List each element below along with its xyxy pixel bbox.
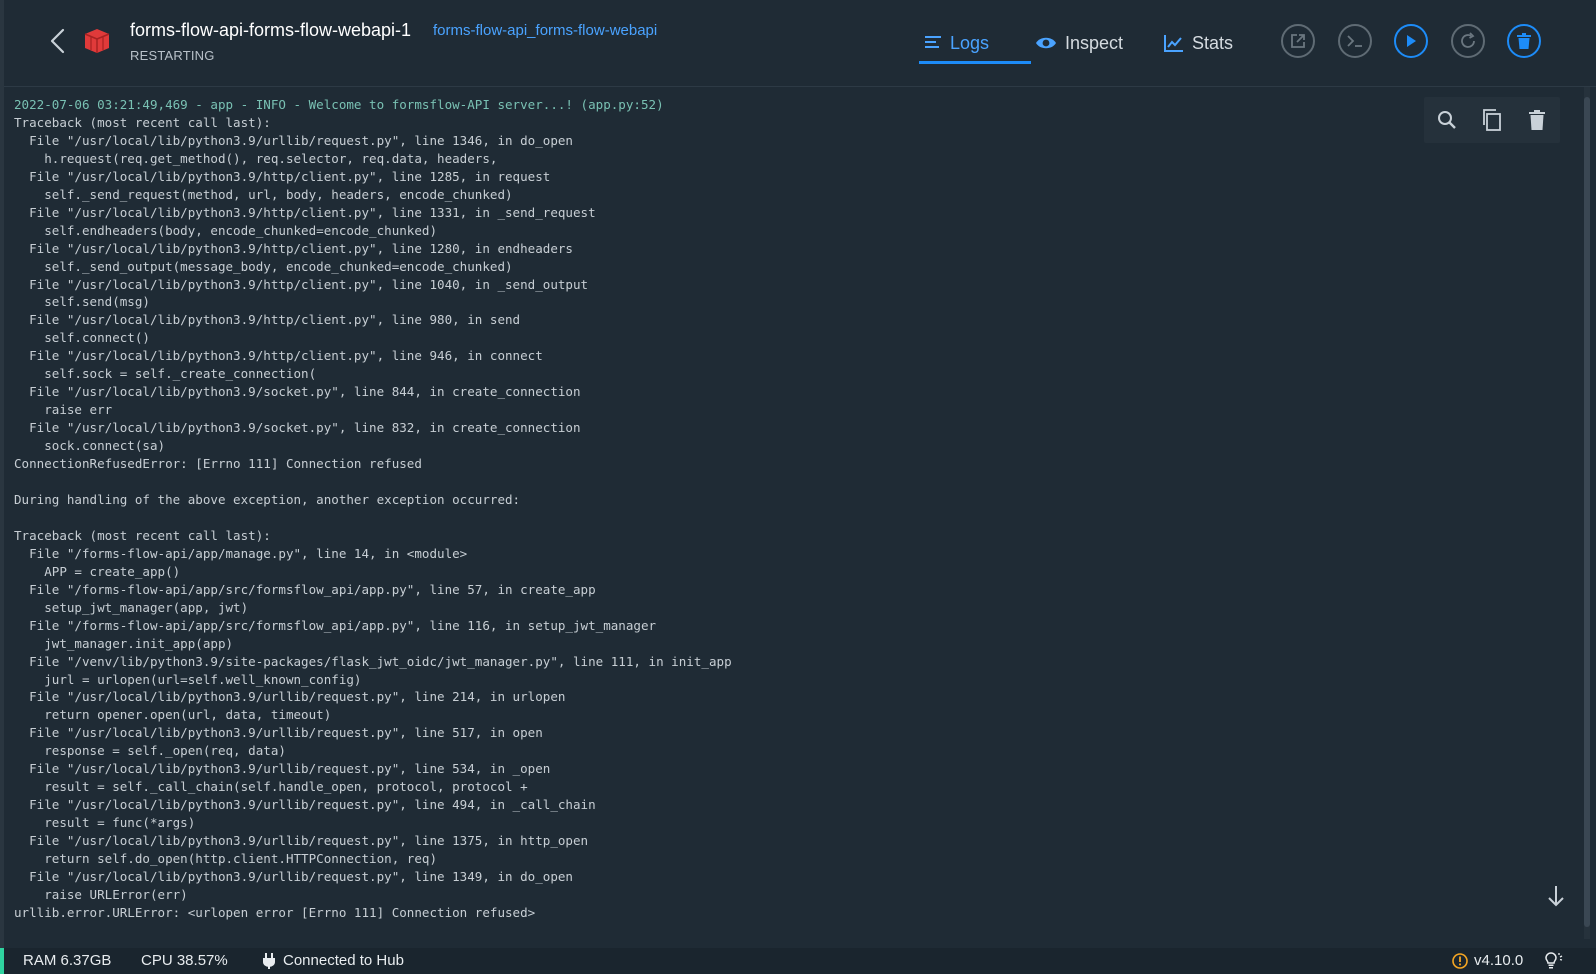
tips-button[interactable] — [1544, 952, 1564, 970]
tab-stats[interactable]: Stats — [1164, 26, 1233, 60]
lightbulb-icon — [1545, 952, 1563, 969]
version-label: v4.10.0 — [1474, 952, 1524, 969]
search-logs-button[interactable] — [1434, 107, 1460, 133]
log-line-info: 2022-07-06 03:21:49,469 - app - INFO - W… — [14, 97, 664, 112]
info-warning-icon — [1452, 952, 1468, 969]
eye-icon — [1036, 37, 1056, 49]
open-browser-icon — [1291, 34, 1305, 48]
tab-logs-label: Logs — [950, 32, 990, 53]
active-tab-indicator — [919, 61, 1031, 64]
tab-stats-label: Stats — [1192, 32, 1234, 53]
scroll-to-bottom-button[interactable] — [1546, 883, 1566, 909]
open-in-browser-button[interactable] — [1281, 24, 1315, 58]
log-toolbar — [1424, 97, 1560, 143]
restart-button[interactable] — [1451, 24, 1485, 58]
back-button[interactable] — [44, 26, 74, 56]
chart-icon — [1164, 35, 1183, 52]
search-icon — [1437, 111, 1456, 129]
status-bar: RAM 6.37GB CPU 38.57% Connected to Hub v… — [0, 948, 1596, 974]
cli-button[interactable] — [1338, 24, 1372, 58]
tab-inspect[interactable]: Inspect — [1035, 26, 1123, 60]
container-name: forms-flow-api-forms-flow-webapi-1 — [130, 20, 412, 40]
container-icon — [82, 26, 112, 56]
log-viewer[interactable]: 2022-07-06 03:21:49,469 - app - INFO - W… — [4, 87, 1590, 939]
tab-logs[interactable]: Logs — [924, 26, 989, 60]
container-header: forms-flow-api-forms-flow-webapi-1 forms… — [4, 0, 1596, 87]
plug-icon — [263, 952, 275, 969]
delete-icon — [1517, 33, 1531, 49]
delete-button[interactable] — [1507, 24, 1541, 58]
status-accent — [0, 948, 4, 974]
copy-icon — [1483, 109, 1501, 131]
tab-inspect-label: Inspect — [1065, 32, 1124, 53]
hub-status-label: Connected to Hub — [283, 952, 404, 969]
arrow-down-icon — [1548, 886, 1564, 907]
trash-icon — [1529, 110, 1546, 130]
ram-usage: RAM 6.37GB — [23, 952, 112, 969]
clear-logs-button[interactable] — [1524, 107, 1550, 133]
container-group-link[interactable]: forms-flow-api_forms-flow-webapi — [433, 22, 657, 39]
version-info[interactable]: v4.10.0 — [1452, 952, 1523, 969]
chevron-left-icon — [50, 28, 65, 54]
copy-logs-button[interactable] — [1479, 107, 1505, 133]
log-lines: Traceback (most recent call last): File … — [14, 114, 732, 920]
log-scrollbar[interactable] — [1584, 87, 1590, 939]
status-badge: RESTARTING — [130, 48, 215, 63]
cpu-usage: CPU 38.57% — [141, 952, 228, 969]
hub-status[interactable]: Connected to Hub — [263, 952, 404, 969]
start-button[interactable] — [1394, 24, 1428, 58]
list-icon — [925, 36, 941, 48]
scrollbar-thumb[interactable] — [1584, 97, 1590, 927]
log-output: 2022-07-06 03:21:49,469 - app - INFO - W… — [4, 87, 1590, 931]
cli-icon — [1347, 35, 1362, 47]
restart-icon — [1461, 32, 1475, 48]
start-icon — [1407, 35, 1416, 47]
